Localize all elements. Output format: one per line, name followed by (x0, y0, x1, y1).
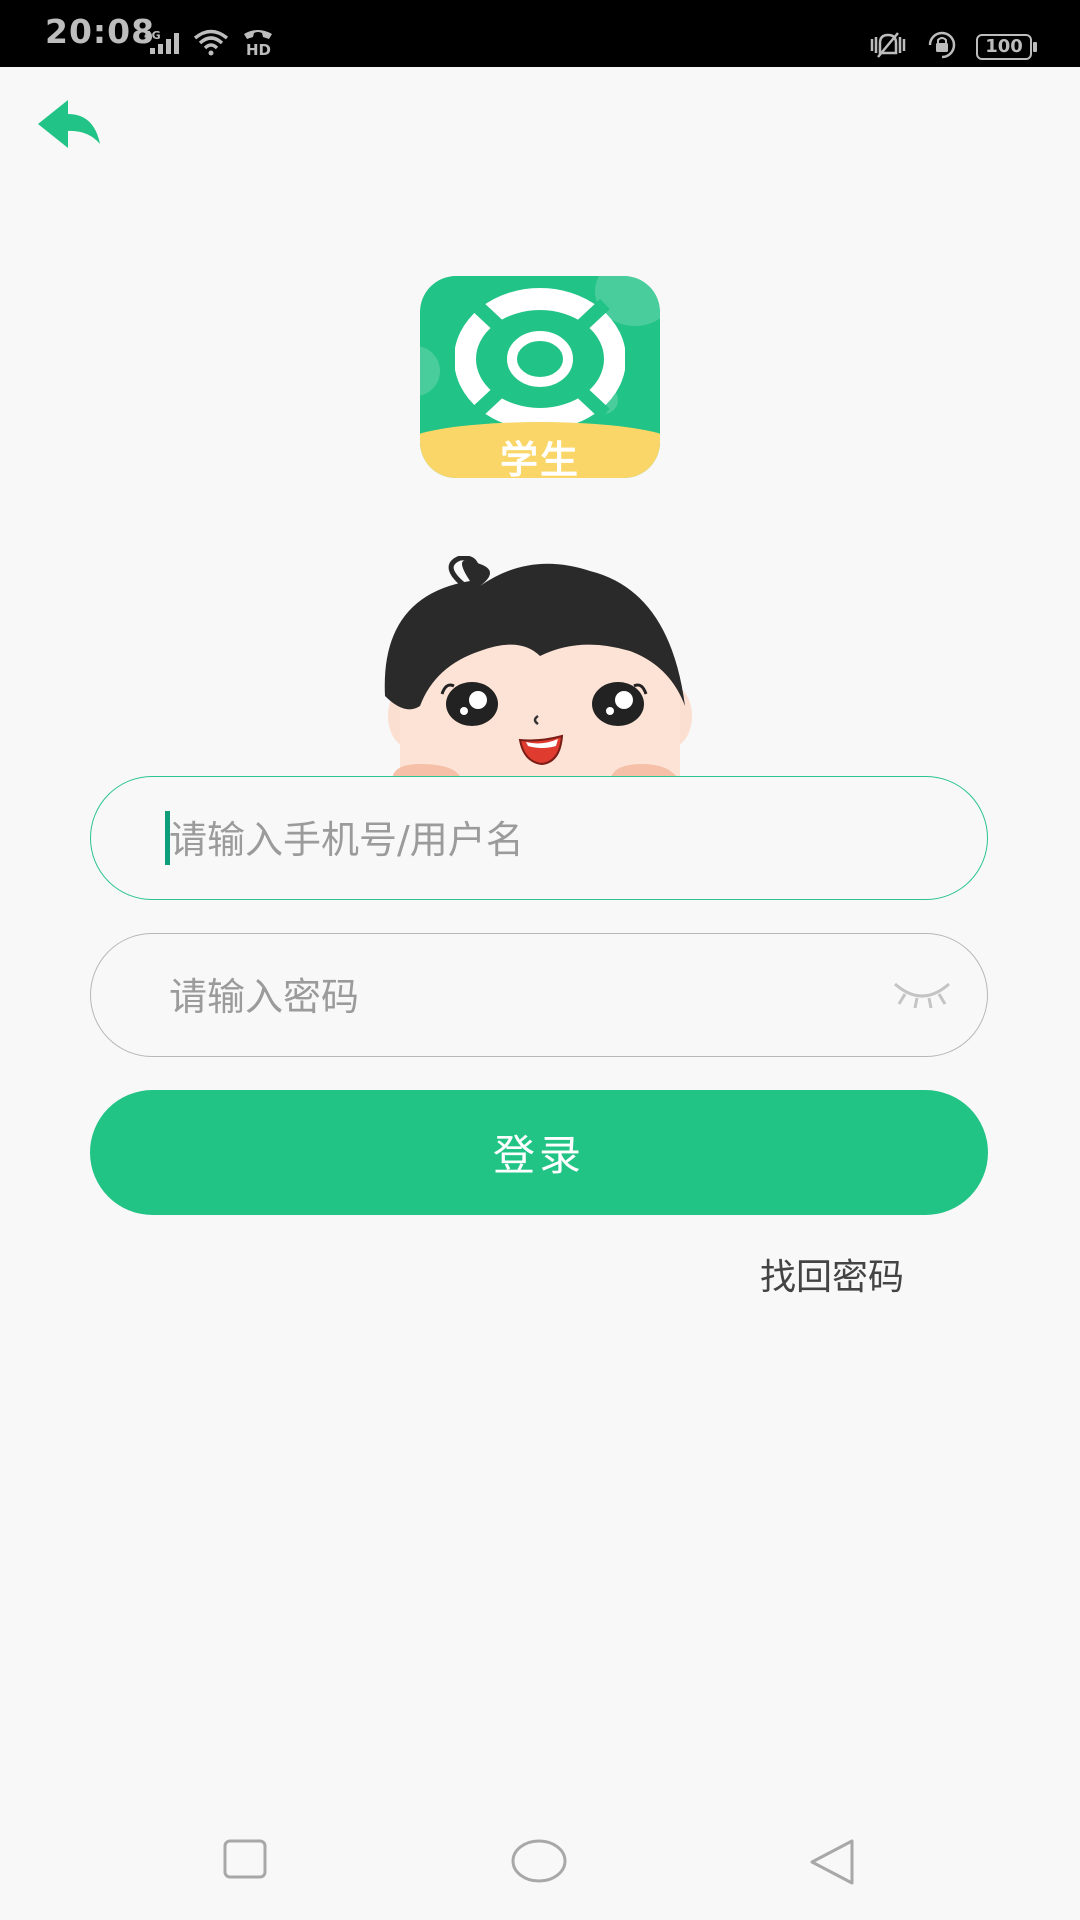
network-type-label: 4G (144, 30, 161, 42)
navigation-bar (0, 1800, 1080, 1920)
home-icon[interactable] (510, 1838, 568, 1884)
rotation-lock-icon (926, 30, 958, 64)
hd-label: HD (246, 41, 271, 56)
status-time: 20:08 (45, 12, 156, 51)
vibrate-icon (868, 31, 908, 63)
mascot-boy-illustration (384, 556, 692, 799)
target-mark-icon (455, 288, 625, 424)
battery-icon: 100 (976, 34, 1037, 60)
back-button[interactable] (34, 98, 104, 152)
forgot-password-link[interactable]: 找回密码 (760, 1248, 904, 1300)
back-arrow-icon (38, 100, 100, 148)
username-field[interactable] (90, 776, 988, 903)
status-bar: 20:08 4G HD 100 (0, 0, 1080, 67)
signal-icon: 4G (142, 29, 182, 60)
password-field[interactable] (90, 933, 988, 1060)
username-input[interactable] (167, 777, 811, 903)
logo-label: 学生 (499, 438, 580, 478)
hd-call-icon: HD (240, 26, 276, 60)
wifi-icon (192, 28, 230, 60)
recent-apps-icon[interactable] (222, 1838, 268, 1880)
eye-closed-icon[interactable] (891, 974, 953, 1014)
status-right-icons: 100 (868, 30, 1037, 64)
login-button[interactable]: 登录 (90, 1090, 988, 1215)
back-icon[interactable] (808, 1838, 858, 1886)
password-input[interactable] (167, 934, 811, 1060)
status-left-icons: 4G HD (142, 26, 276, 60)
app-logo: 学生 (420, 276, 660, 478)
